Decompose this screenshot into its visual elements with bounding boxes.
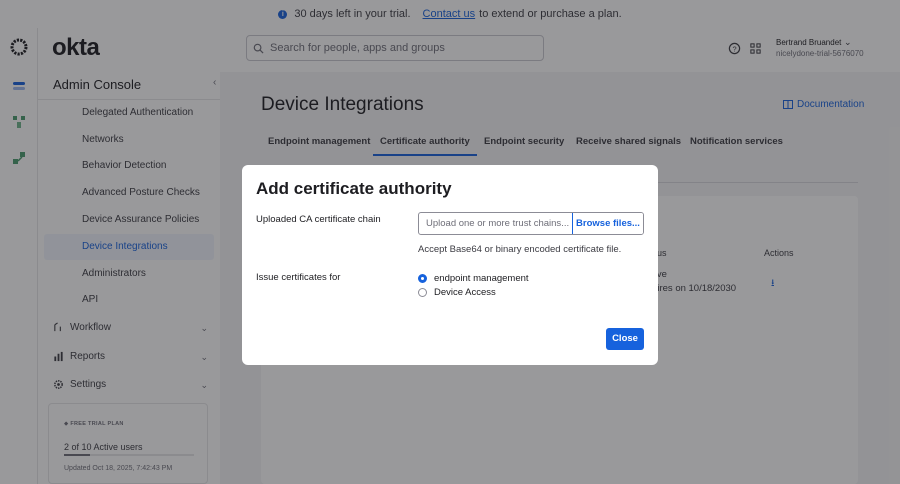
radio-device-access[interactable]: Device Access — [418, 285, 496, 299]
ca-chain-upload-field[interactable]: Upload one or more trust chains... Brows… — [418, 212, 644, 235]
close-button[interactable]: Close — [606, 328, 644, 350]
radio-endpoint-management[interactable]: endpoint management — [418, 271, 529, 285]
dialog-title: Add certificate authority — [256, 179, 452, 198]
radio-selected-icon[interactable] — [418, 273, 427, 283]
radio-unselected-icon[interactable] — [418, 287, 427, 297]
radio-label: endpoint management — [434, 272, 529, 284]
browse-files-button[interactable]: Browse files... — [572, 213, 643, 234]
upload-placeholder: Upload one or more trust chains... — [426, 218, 570, 229]
add-certificate-authority-dialog: Add certificate authority Uploaded CA ce… — [242, 165, 658, 365]
upload-hint: Accept Base64 or binary encoded certific… — [418, 244, 622, 255]
ca-chain-label: Uploaded CA certificate chain — [256, 214, 381, 225]
issue-certificates-label: Issue certificates for — [256, 272, 341, 283]
radio-label: Device Access — [434, 286, 496, 298]
